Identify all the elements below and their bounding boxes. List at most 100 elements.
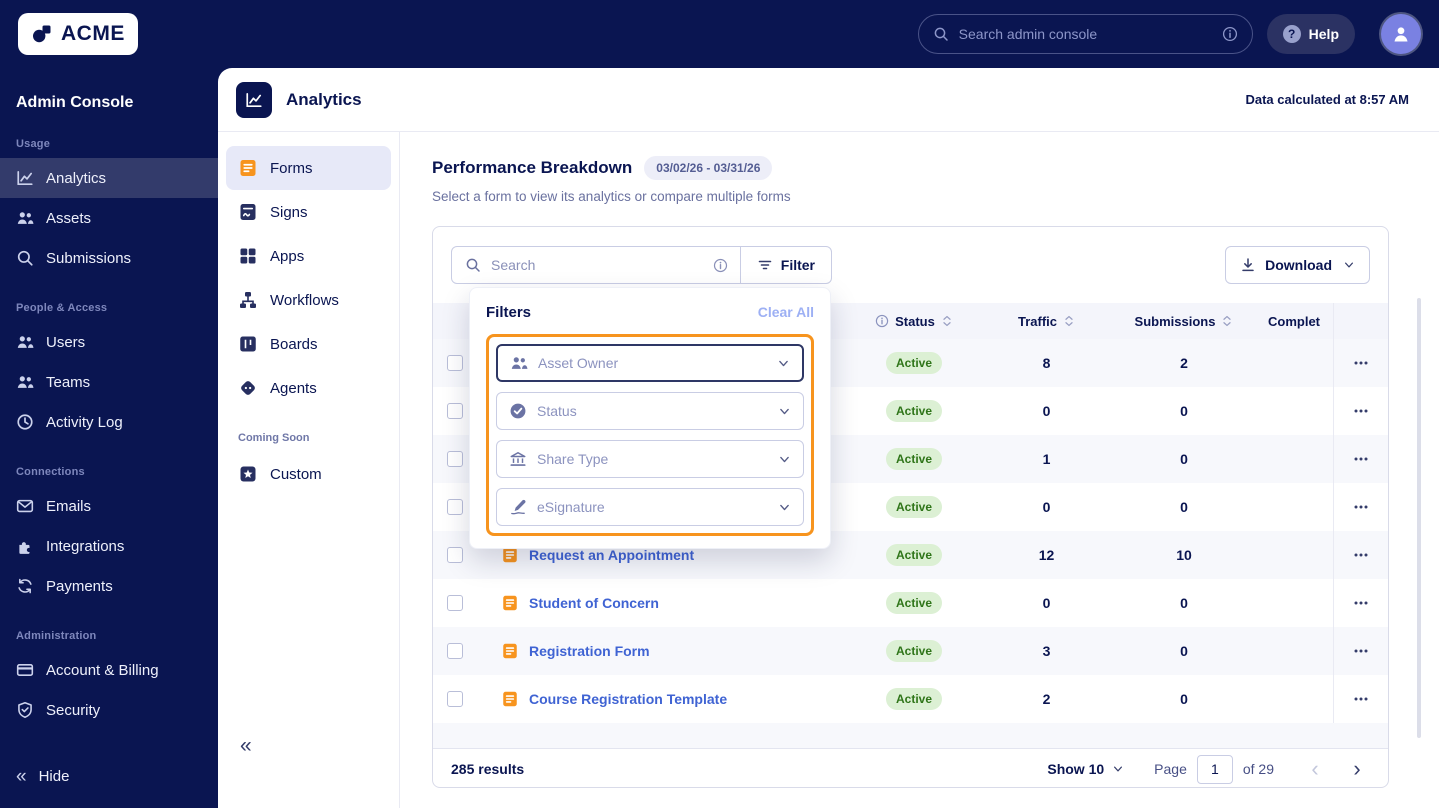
sidebar-item-label: Payments bbox=[46, 577, 113, 595]
status-badge: Active bbox=[885, 400, 943, 422]
form-name-link[interactable]: Registration Form bbox=[529, 643, 650, 659]
sidebar-item-label: Emails bbox=[46, 497, 92, 515]
previous-page-button[interactable]: ‹ bbox=[1302, 756, 1328, 782]
collapse-subnav-button[interactable]: « bbox=[240, 735, 252, 756]
status-info-icon[interactable] bbox=[875, 314, 889, 328]
row-checkbox[interactable] bbox=[447, 595, 463, 611]
hide-sidebar-button[interactable]: « Hide bbox=[0, 756, 218, 796]
show-label: Show 10 bbox=[1047, 761, 1105, 777]
sidebar-item-security[interactable]: Security bbox=[0, 690, 218, 730]
filter-button[interactable]: Filter bbox=[739, 247, 831, 283]
main-card: Analytics Data calculated at 8:57 AM For… bbox=[218, 68, 1439, 808]
subnav-item-label: Boards bbox=[270, 335, 318, 353]
submissions-cell: 2 bbox=[1180, 355, 1188, 371]
traffic-cell: 0 bbox=[1042, 499, 1051, 515]
subnav-item-workflows[interactable]: Workflows bbox=[226, 278, 391, 322]
sidebar-item-account-billing[interactable]: Account & Billing bbox=[0, 650, 218, 690]
row-actions-button[interactable] bbox=[1352, 402, 1370, 420]
chart-line-icon bbox=[245, 91, 263, 109]
form-name-link[interactable]: Course Registration Template bbox=[529, 691, 727, 707]
logo-text: ACME bbox=[61, 22, 125, 45]
sidebar-item-teams[interactable]: Teams bbox=[0, 362, 218, 402]
subnav-item-boards[interactable]: Boards bbox=[226, 322, 391, 366]
row-actions-button[interactable] bbox=[1352, 498, 1370, 516]
form-name-link[interactable]: Request an Appointment bbox=[529, 547, 694, 563]
help-label: Help bbox=[1308, 26, 1339, 42]
submissions-cell: 0 bbox=[1180, 643, 1188, 659]
filter-share-type-select[interactable]: Share Type bbox=[496, 440, 804, 478]
section-title: Performance Breakdown bbox=[432, 158, 633, 177]
download-label: Download bbox=[1265, 257, 1332, 273]
search-filter-group: Filter bbox=[451, 246, 832, 284]
row-checkbox[interactable] bbox=[447, 691, 463, 707]
sort-icon[interactable] bbox=[1221, 314, 1233, 328]
column-header-traffic: Traffic bbox=[1017, 313, 1057, 329]
row-actions-button[interactable] bbox=[1352, 450, 1370, 468]
row-actions-button[interactable] bbox=[1352, 354, 1370, 372]
subnav-item-forms[interactable]: Forms bbox=[226, 146, 391, 190]
download-button[interactable]: Download bbox=[1225, 246, 1370, 284]
subnav-item-custom[interactable]: Custom bbox=[226, 452, 391, 496]
subnav-item-label: Forms bbox=[270, 159, 313, 177]
traffic-cell: 12 bbox=[1038, 547, 1055, 563]
show-per-page-select[interactable]: Show 10 bbox=[1047, 761, 1124, 777]
row-checkbox[interactable] bbox=[447, 451, 463, 467]
page-label: Page bbox=[1154, 761, 1187, 777]
filter-asset-owner-select[interactable]: Asset Owner bbox=[496, 344, 804, 382]
results-count: 285 results bbox=[451, 761, 525, 777]
row-checkbox[interactable] bbox=[447, 643, 463, 659]
sidebar-item-analytics[interactable]: Analytics bbox=[0, 158, 218, 198]
row-checkbox[interactable] bbox=[447, 355, 463, 371]
page-number-input[interactable] bbox=[1196, 754, 1233, 784]
clear-all-link[interactable]: Clear All bbox=[758, 304, 814, 320]
subnav-item-label: Custom bbox=[270, 465, 322, 483]
table-search-input[interactable] bbox=[491, 257, 701, 273]
row-actions-button[interactable] bbox=[1352, 546, 1370, 564]
people-icon bbox=[16, 209, 34, 227]
info-icon[interactable] bbox=[1222, 26, 1238, 42]
section-label-connections: Connections bbox=[16, 466, 85, 478]
subnav-item-agents[interactable]: Agents bbox=[226, 366, 391, 410]
traffic-cell: 3 bbox=[1042, 643, 1051, 659]
row-actions-button[interactable] bbox=[1352, 690, 1370, 708]
acme-logo[interactable]: ACME bbox=[18, 13, 138, 55]
subnav-item-apps[interactable]: Apps bbox=[226, 234, 391, 278]
filter-label: Status bbox=[537, 403, 577, 419]
row-actions-button[interactable] bbox=[1352, 594, 1370, 612]
sidebar-item-activity-log[interactable]: Activity Log bbox=[0, 402, 218, 442]
column-header-completion: Complet bbox=[1268, 313, 1320, 329]
subnav: Forms Signs Apps Workflows Boards Agents bbox=[218, 132, 400, 808]
bank-icon bbox=[509, 450, 527, 468]
sidebar-item-integrations[interactable]: Integrations bbox=[0, 526, 218, 566]
sidebar-title: Admin Console bbox=[16, 94, 134, 111]
sidebar-item-payments[interactable]: Payments bbox=[0, 566, 218, 606]
next-page-button[interactable]: › bbox=[1344, 756, 1370, 782]
sidebar-item-label: Users bbox=[46, 333, 86, 351]
forms-table-card: Filter Download Status bbox=[432, 226, 1389, 788]
sort-icon[interactable] bbox=[1063, 314, 1075, 328]
help-button[interactable]: ? Help bbox=[1266, 14, 1355, 54]
row-actions-button[interactable] bbox=[1352, 642, 1370, 660]
traffic-cell: 0 bbox=[1042, 595, 1051, 611]
form-name-link[interactable]: Student of Concern bbox=[529, 595, 659, 611]
admin-search-input[interactable] bbox=[958, 26, 1212, 42]
table-row: Course Registration Template Active 2 0 bbox=[433, 675, 1388, 723]
row-checkbox[interactable] bbox=[447, 499, 463, 515]
sidebar-item-assets[interactable]: Assets bbox=[0, 198, 218, 238]
info-icon[interactable] bbox=[713, 258, 728, 273]
row-checkbox[interactable] bbox=[447, 403, 463, 419]
avatar[interactable] bbox=[1381, 14, 1421, 54]
page-total-label: of 29 bbox=[1242, 761, 1274, 777]
filter-esignature-select[interactable]: eSignature bbox=[496, 488, 804, 526]
download-icon bbox=[1240, 257, 1256, 273]
custom-icon bbox=[238, 464, 258, 484]
people-icon bbox=[510, 354, 528, 372]
scrollbar[interactable] bbox=[1417, 298, 1421, 738]
filter-status-select[interactable]: Status bbox=[496, 392, 804, 430]
sidebar-item-submissions[interactable]: Submissions bbox=[0, 238, 218, 278]
sort-icon[interactable] bbox=[941, 314, 953, 328]
subnav-item-signs[interactable]: Signs bbox=[226, 190, 391, 234]
row-checkbox[interactable] bbox=[447, 547, 463, 563]
sidebar-item-users[interactable]: Users bbox=[0, 322, 218, 362]
sidebar-item-emails[interactable]: Emails bbox=[0, 486, 218, 526]
